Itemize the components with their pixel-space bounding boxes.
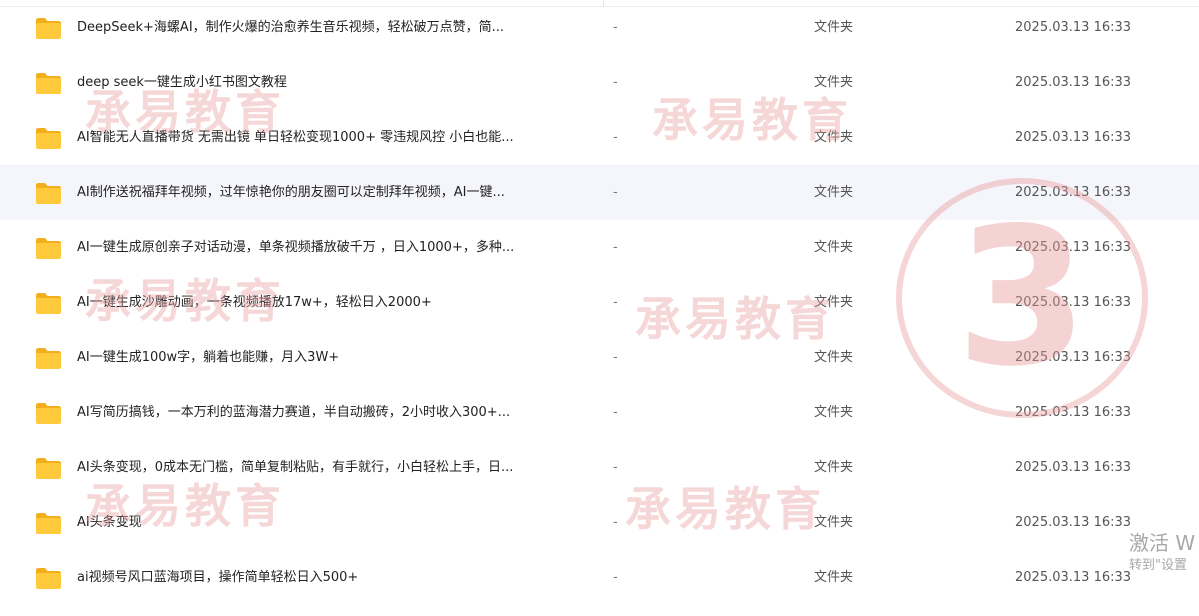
- file-row[interactable]: AI头条变现，0成本无门槛，简单复制粘贴，有手就行，小白轻松上手，日... - 文件…: [0, 440, 1199, 495]
- file-modified-date: 2025.03.13 16:33: [1015, 514, 1132, 530]
- file-manager-window: DeepSeek+海螺AI，制作火爆的治愈养生音乐视频，轻松破万点赞，简... -…: [0, 0, 1199, 616]
- file-type: 文件夹: [814, 74, 854, 90]
- file-row[interactable]: DeepSeek+海螺AI，制作火爆的治愈养生音乐视频，轻松破万点赞，简... -…: [0, 0, 1199, 55]
- file-size: -: [613, 404, 618, 420]
- file-modified-date: 2025.03.13 16:33: [1015, 404, 1132, 420]
- file-size: -: [613, 184, 618, 200]
- file-name[interactable]: ai视频号风口蓝海项目，操作简单轻松日入500+: [77, 569, 358, 587]
- file-row[interactable]: AI制作送祝福拜年视频，过年惊艳你的朋友圈可以定制拜年视频，AI一键... - 文件…: [0, 165, 1199, 220]
- file-modified-date: 2025.03.13 16:33: [1015, 349, 1132, 365]
- folder-icon: [36, 182, 61, 204]
- file-name[interactable]: AI一键生成沙雕动画，一条视频播放17w+，轻松日入2000+: [77, 294, 432, 312]
- file-row[interactable]: ai视频号风口蓝海项目，操作简单轻松日入500+ - 文件夹 2025.03.13 1…: [0, 550, 1199, 605]
- file-name[interactable]: AI一键生成原创亲子对话动漫，单条视频播放破千万 ，日入1000+，多种...: [77, 239, 514, 257]
- file-modified-date: 2025.03.13 16:33: [1015, 569, 1132, 585]
- file-size: -: [613, 19, 618, 35]
- file-row[interactable]: AI智能无人直播带货 无需出镜 单日轻松变现1000+ 零违规风控 小白也能..…: [0, 110, 1199, 165]
- file-type: 文件夹: [814, 184, 854, 200]
- file-size: -: [613, 74, 618, 90]
- file-size: -: [613, 294, 618, 310]
- file-type: 文件夹: [814, 19, 854, 35]
- file-type: 文件夹: [814, 404, 854, 420]
- file-type: 文件夹: [814, 129, 854, 145]
- file-name[interactable]: DeepSeek+海螺AI，制作火爆的治愈养生音乐视频，轻松破万点赞，简...: [77, 19, 504, 37]
- file-size: -: [613, 349, 618, 365]
- folder-icon: [36, 347, 61, 369]
- file-name[interactable]: AI制作送祝福拜年视频，过年惊艳你的朋友圈可以定制拜年视频，AI一键...: [77, 184, 505, 202]
- file-modified-date: 2025.03.13 16:33: [1015, 459, 1132, 475]
- folder-icon: [36, 17, 61, 39]
- file-modified-date: 2025.03.13 16:33: [1015, 129, 1132, 145]
- file-row[interactable]: deep seek一键生成小红书图文教程 - 文件夹 2025.03.13 16:33: [0, 55, 1199, 110]
- file-modified-date: 2025.03.13 16:33: [1015, 74, 1132, 90]
- folder-icon: [36, 127, 61, 149]
- folder-icon: [36, 237, 61, 259]
- file-row[interactable]: AI一键生成沙雕动画，一条视频播放17w+，轻松日入2000+ - 文件夹 2025.…: [0, 275, 1199, 330]
- file-size: -: [613, 129, 618, 145]
- file-row[interactable]: AI头条变现 - 文件夹 2025.03.13 16:33: [0, 495, 1199, 550]
- file-modified-date: 2025.03.13 16:33: [1015, 239, 1132, 255]
- folder-icon: [36, 457, 61, 479]
- file-size: -: [613, 514, 618, 530]
- file-type: 文件夹: [814, 239, 854, 255]
- folder-icon: [36, 512, 61, 534]
- file-type: 文件夹: [814, 294, 854, 310]
- file-type: 文件夹: [814, 569, 854, 585]
- file-size: -: [613, 239, 618, 255]
- file-modified-date: 2025.03.13 16:33: [1015, 184, 1132, 200]
- file-row[interactable]: AI写简历搞钱，一本万利的蓝海潜力赛道，半自动搬砖，2小时收入300+... - 文…: [0, 385, 1199, 440]
- folder-icon: [36, 402, 61, 424]
- file-row[interactable]: AI一键生成原创亲子对话动漫，单条视频播放破千万 ，日入1000+，多种... -…: [0, 220, 1199, 275]
- file-modified-date: 2025.03.13 16:33: [1015, 294, 1132, 310]
- folder-icon: [36, 72, 61, 94]
- file-type: 文件夹: [814, 349, 854, 365]
- file-modified-date: 2025.03.13 16:33: [1015, 19, 1132, 35]
- folder-icon: [36, 292, 61, 314]
- file-type: 文件夹: [814, 459, 854, 475]
- file-name[interactable]: AI智能无人直播带货 无需出镜 单日轻松变现1000+ 零违规风控 小白也能..…: [77, 129, 514, 147]
- file-name[interactable]: AI一键生成100w字，躺着也能赚，月入3W+: [77, 349, 339, 367]
- file-name[interactable]: AI头条变现: [77, 514, 142, 532]
- file-name[interactable]: AI头条变现，0成本无门槛，简单复制粘贴，有手就行，小白轻松上手，日...: [77, 459, 513, 477]
- file-type: 文件夹: [814, 514, 854, 530]
- folder-icon: [36, 567, 61, 589]
- file-size: -: [613, 459, 618, 475]
- file-name[interactable]: deep seek一键生成小红书图文教程: [77, 74, 287, 92]
- file-size: -: [613, 569, 618, 585]
- file-name[interactable]: AI写简历搞钱，一本万利的蓝海潜力赛道，半自动搬砖，2小时收入300+...: [77, 404, 510, 422]
- file-row[interactable]: AI一键生成100w字，躺着也能赚，月入3W+ - 文件夹 2025.03.13 16…: [0, 330, 1199, 385]
